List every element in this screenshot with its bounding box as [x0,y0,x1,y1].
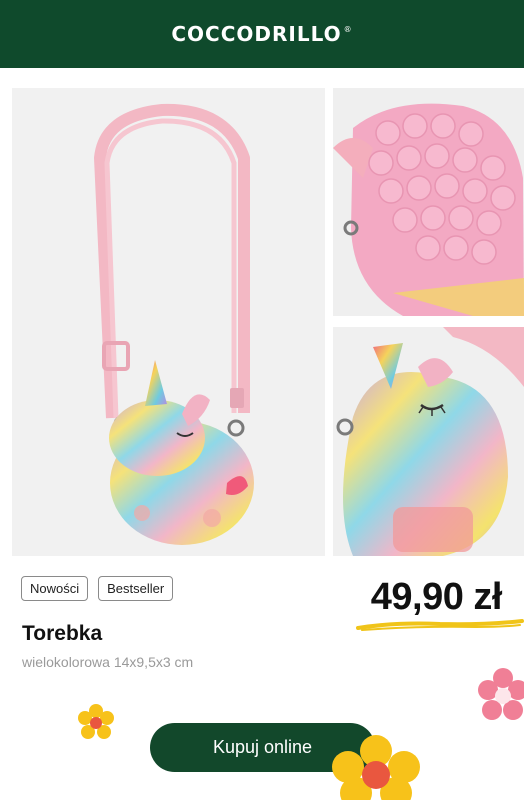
site-header: COCCODRILLO ® [0,0,524,68]
brand-name: COCCODRILLO [171,22,342,46]
product-image-detail-bottom[interactable] [333,327,524,556]
price-underline-decoration [356,619,524,631]
product-title: Torebka [22,622,103,645]
registered-mark: ® [343,25,353,34]
badge-new: Nowości [21,576,89,601]
product-image-detail-top[interactable] [333,88,524,316]
product-description: wielokolorowa 14x9,5x3 cm [22,654,194,670]
product-image-main[interactable] [12,88,325,556]
unicorn-head-illustration [336,327,524,556]
popit-bubbles-illustration [333,103,524,316]
product-badges: Nowości Bestseller [21,576,174,601]
pink-flower-icon [478,668,524,720]
badge-bestseller: Bestseller [98,576,174,601]
yellow-flower-icon [78,704,114,739]
brand-logo[interactable]: COCCODRILLO ® [171,22,352,46]
unicorn-bag-illustration [94,103,254,545]
yellow-flower-large-icon [332,735,420,800]
product-price: 49,90 zł [370,576,503,618]
